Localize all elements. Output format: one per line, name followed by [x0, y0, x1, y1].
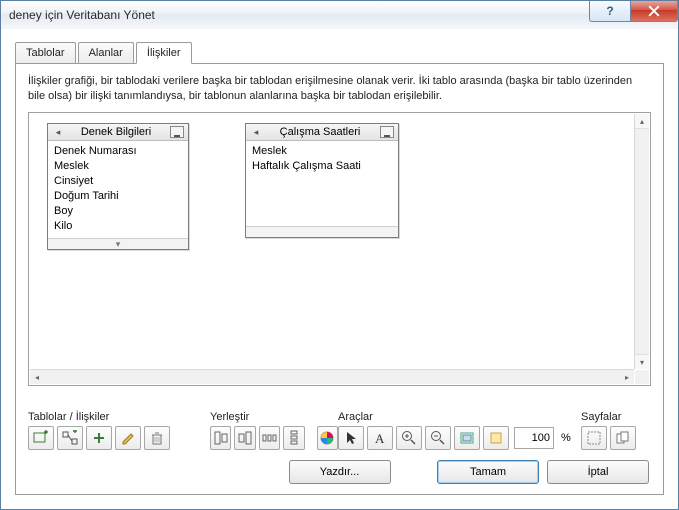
field-item[interactable]: Meslek	[54, 159, 182, 174]
table-field-list: Meslek Haftalık Çalışma Saati	[246, 141, 398, 226]
align-right-button[interactable]	[234, 426, 255, 450]
note-tool-button[interactable]	[483, 426, 509, 450]
table-header[interactable]: ◂ Denek Bilgileri	[48, 124, 188, 141]
tab-tables[interactable]: Tablolar	[15, 42, 76, 63]
table-box-denek-bilgileri[interactable]: ◂ Denek Bilgileri Denek Numarası Meslek …	[47, 123, 189, 250]
dialog-button-row: Yazdır... Tamam İptal	[16, 460, 663, 484]
toolbar-label: Araçlar	[338, 411, 581, 423]
duplicate-button[interactable]	[86, 426, 112, 450]
description-text: İlişkiler grafiği, bir tablodaki veriler…	[28, 74, 651, 104]
new-table-icon	[33, 430, 49, 446]
add-relation-button[interactable]	[57, 426, 83, 450]
zoom-in-button[interactable]	[396, 426, 422, 450]
align-icon	[213, 430, 229, 446]
fit-button[interactable]	[454, 426, 480, 450]
scroll-up-icon[interactable]: ▴	[635, 114, 649, 129]
text-icon: A	[372, 430, 388, 446]
toolbar-area: Tablolar / İlişkiler	[28, 411, 651, 450]
add-table-button[interactable]	[28, 426, 54, 450]
scroll-down-icon[interactable]: ▾	[635, 354, 649, 369]
field-item[interactable]: Cinsiyet	[54, 174, 182, 189]
multi-page-button[interactable]	[610, 426, 636, 450]
field-item[interactable]: Meslek	[252, 144, 392, 159]
svg-text:A: A	[375, 431, 385, 446]
title-bar: deney için Veritabanı Yönet ?	[1, 1, 678, 30]
field-item[interactable]: Denek Numarası	[54, 144, 182, 159]
help-button[interactable]: ?	[589, 1, 630, 22]
horizontal-scrollbar[interactable]: ◂ ▸	[30, 369, 634, 384]
relation-canvas[interactable]: ◂ Denek Bilgileri Denek Numarası Meslek …	[31, 115, 634, 369]
help-icon: ?	[606, 4, 613, 18]
close-button[interactable]	[630, 1, 678, 22]
toolbar-group-tables: Tablolar / İlişkiler	[28, 411, 210, 450]
text-tool-button[interactable]: A	[367, 426, 393, 450]
minimize-icon[interactable]	[170, 126, 184, 138]
distribute-v-button[interactable]	[283, 426, 304, 450]
relation-canvas-frame: ◂ Denek Bilgileri Denek Numarası Meslek …	[28, 112, 651, 386]
align-left-button[interactable]	[210, 426, 231, 450]
zoom-unit-label: %	[561, 432, 571, 444]
trash-icon	[149, 430, 165, 446]
grip-icon: ▾	[116, 240, 121, 248]
dialog-window: deney için Veritabanı Yönet ? Tablolar A…	[0, 0, 679, 510]
toolbar-label: Yerleştir	[210, 411, 338, 423]
window-controls: ?	[589, 1, 678, 29]
scroll-left-icon[interactable]: ◂	[30, 370, 44, 384]
delete-button[interactable]	[144, 426, 170, 450]
edit-button[interactable]	[115, 426, 141, 450]
table-field-list: Denek Numarası Meslek Cinsiyet Doğum Tar…	[48, 141, 188, 238]
toolbar-group-place: Yerleştir	[210, 411, 338, 450]
client-area: Tablolar Alanlar İlişkiler İlişkiler gra…	[1, 29, 678, 509]
zoom-in-icon	[401, 430, 417, 446]
tab-fields[interactable]: Alanlar	[78, 42, 134, 63]
color-wheel-icon	[319, 430, 335, 446]
pointer-tool-button[interactable]	[338, 426, 364, 450]
toolbar-group-tools: Araçlar A 100 %	[338, 411, 581, 450]
window-title: deney için Veritabanı Yönet	[9, 8, 155, 22]
scroll-corner	[635, 370, 649, 384]
field-item[interactable]: Haftalık Çalışma Saati	[252, 159, 392, 174]
plus-icon	[91, 430, 107, 446]
distribute-h-button[interactable]	[259, 426, 280, 450]
zoom-out-icon	[430, 430, 446, 446]
align-icon	[237, 430, 253, 446]
ok-button[interactable]: Tamam	[437, 460, 539, 484]
tab-relations[interactable]: İlişkiler	[136, 42, 192, 64]
print-button[interactable]: Yazdır...	[289, 460, 391, 484]
table-header[interactable]: ◂ Çalışma Saatleri	[246, 124, 398, 141]
field-item[interactable]: Kilo	[54, 219, 182, 234]
close-icon	[648, 5, 660, 17]
tab-panel-relations: İlişkiler grafiği, bir tablodaki veriler…	[15, 63, 664, 495]
field-item[interactable]: Boy	[54, 204, 182, 219]
table-title: Çalışma Saatleri	[280, 126, 361, 138]
field-item[interactable]: Doğum Tarihi	[54, 189, 182, 204]
pointer-icon	[343, 430, 359, 446]
color-button[interactable]	[317, 426, 338, 450]
toolbar-label: Tablolar / İlişkiler	[28, 411, 210, 423]
note-icon	[488, 430, 504, 446]
vertical-scrollbar[interactable]: ▴ ▾	[634, 114, 649, 369]
page-break-button[interactable]	[581, 426, 607, 450]
new-relation-icon	[62, 430, 78, 446]
distribute-icon	[262, 430, 278, 446]
zoom-out-button[interactable]	[425, 426, 451, 450]
table-title: Denek Bilgileri	[81, 126, 151, 138]
chevron-left-icon: ◂	[252, 127, 260, 138]
chevron-left-icon: ◂	[54, 127, 62, 138]
table-resize-handle[interactable]: ▾	[48, 238, 188, 249]
table-resize-handle[interactable]	[246, 226, 398, 237]
fit-screen-icon	[459, 430, 475, 446]
distribute-icon	[286, 430, 302, 446]
table-box-calisma-saatleri[interactable]: ◂ Çalışma Saatleri Meslek Haftalık Çalış…	[245, 123, 399, 238]
minimize-icon[interactable]	[380, 126, 394, 138]
pencil-icon	[120, 430, 136, 446]
pages-icon	[615, 430, 631, 446]
tab-strip: Tablolar Alanlar İlişkiler	[15, 41, 664, 63]
toolbar-group-pages: Sayfalar	[581, 411, 651, 450]
scroll-right-icon[interactable]: ▸	[620, 370, 634, 384]
zoom-value-field[interactable]: 100	[514, 427, 554, 449]
page-break-icon	[586, 430, 602, 446]
toolbar-label: Sayfalar	[581, 411, 621, 423]
cancel-button[interactable]: İptal	[547, 460, 649, 484]
